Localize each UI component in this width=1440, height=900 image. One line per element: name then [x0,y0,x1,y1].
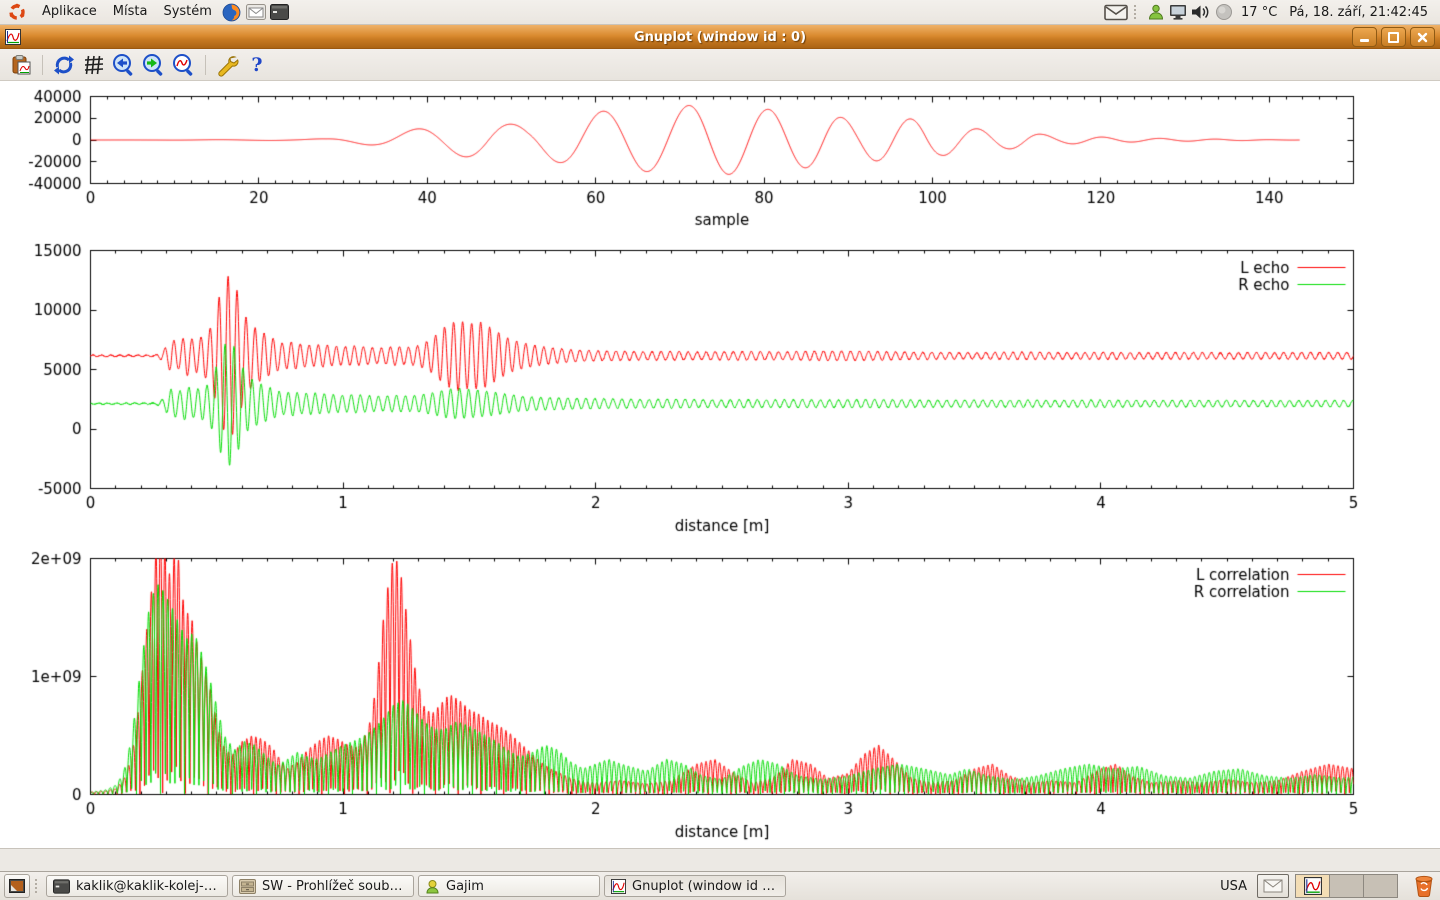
close-icon [1417,32,1428,43]
mail-launcher[interactable] [244,0,268,24]
menu-system-label: Systém [163,0,211,24]
tray-separator [1134,5,1141,19]
zoom-next-icon [142,53,166,77]
taskbar-separator [35,879,42,893]
trash-icon [1414,875,1434,897]
ubuntu-main-menu[interactable] [0,0,34,24]
workspace-1-active[interactable] [1296,875,1330,897]
terminal-icon [270,4,289,20]
mail-icon [246,4,266,20]
window-title: Gnuplot (window id : 0) [0,30,1440,45]
mail-applet-button[interactable] [1257,874,1289,898]
help-icon: ? [251,54,262,76]
menu-system[interactable]: Systém [155,0,219,24]
volume-icon[interactable] [1191,4,1211,20]
grid-icon [83,54,105,76]
ubuntu-logo-icon [8,3,26,21]
clock-label[interactable]: Pá, 18. září, 21:42:45 [1285,5,1432,20]
terminal-launcher[interactable] [268,0,292,24]
gnuplot-window-titlebar[interactable]: Gnuplot (window id : 0) [0,25,1440,49]
file-manager-icon [239,879,256,894]
zoom-previous-icon [112,53,136,77]
task-label-gajim: Gajim [446,879,484,894]
toolbar-separator [42,55,43,75]
gnuplot-toolbar: ? [0,49,1440,81]
task-label-terminal: kaklik@kaklik-kolej-u... [76,879,221,894]
show-desktop-button[interactable] [4,874,30,898]
keyboard-layout-indicator[interactable]: USA [1216,879,1251,894]
workspace-2[interactable] [1330,875,1364,897]
task-button-gnuplot[interactable]: Gnuplot (window id : 0) [604,875,786,897]
zoom-next-button[interactable] [140,52,168,78]
chart-echo[interactable] [0,240,1440,548]
configure-button[interactable] [213,52,241,78]
task-label-file-manager: SW - Prohlížeč souborů [262,879,407,894]
gnuplot-plot-area [0,81,1440,848]
menu-aplikace-label: Aplikace [42,0,97,24]
refresh-button[interactable] [50,52,78,78]
maximize-button[interactable] [1381,27,1406,47]
task-button-file-manager[interactable]: SW - Prohlížeč souborů [232,875,414,897]
close-button[interactable] [1410,27,1435,47]
firefox-launcher[interactable] [220,0,244,24]
zoom-icon [172,53,196,77]
user-switcher-icon[interactable] [1147,3,1165,21]
minimize-button[interactable] [1352,27,1377,47]
mail-applet-icon [1263,879,1283,893]
window-controls [1352,27,1435,47]
task-button-terminal[interactable]: kaklik@kaklik-kolej-u... [46,875,228,897]
firefox-icon [222,3,241,22]
gnome-top-panel: Aplikace Místa Systém [0,0,1440,25]
help-button[interactable]: ? [243,52,271,78]
trash-applet[interactable] [1412,874,1436,898]
chart-sample-waveform[interactable] [0,84,1440,240]
window-bottom-strip [0,848,1440,871]
system-tray: 17 °C Pá, 18. září, 21:42:45 [1104,3,1440,21]
desktop: Aplikace Místa Systém [0,0,1440,900]
workspace-3[interactable] [1364,875,1397,897]
copy-icon [10,54,32,76]
refresh-icon [53,54,75,76]
workspace-switcher [1295,874,1398,898]
menu-aplikace[interactable]: Aplikace [34,0,105,24]
task-label-gnuplot: Gnuplot (window id : 0) [632,879,779,894]
copy-button[interactable] [7,52,35,78]
mail-envelope-icon[interactable] [1104,4,1128,21]
menu-mista[interactable]: Místa [105,0,156,24]
chart-correlation[interactable] [0,548,1440,848]
temperature-label[interactable]: 17 °C [1237,5,1281,20]
configure-icon [215,53,239,77]
grid-button[interactable] [80,52,108,78]
zoom-previous-button[interactable] [110,52,138,78]
gnome-bottom-panel: kaklik@kaklik-kolej-u... SW - Prohlížeč … [0,871,1440,900]
maximize-icon [1388,32,1399,43]
minimize-icon [1360,39,1369,42]
menu-mista-label: Místa [113,0,148,24]
zoom-button[interactable] [170,52,198,78]
task-button-gajim[interactable]: Gajim [418,875,600,897]
display-icon[interactable] [1169,4,1187,21]
gajim-icon [425,879,440,894]
taskbar-right-applets: USA [1216,874,1436,898]
workspace-gnuplot-window-icon [1302,877,1324,895]
show-desktop-icon [9,879,25,893]
gnuplot-task-icon [611,879,626,894]
terminal-task-icon [53,879,70,894]
weather-icon[interactable] [1215,3,1233,21]
toolbar-separator-2 [205,55,206,75]
